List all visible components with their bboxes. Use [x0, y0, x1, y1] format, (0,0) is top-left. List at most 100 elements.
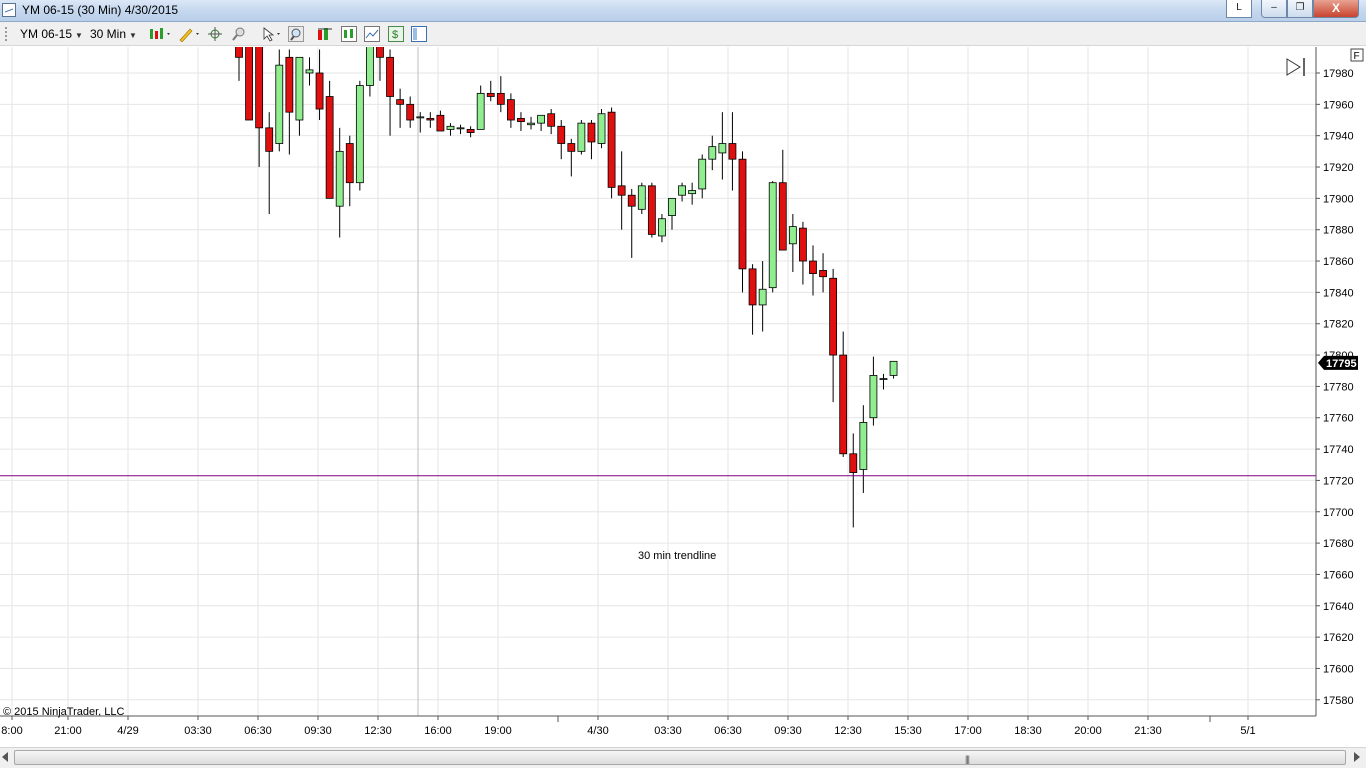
candle-body-up — [355, 85, 364, 184]
candle — [245, 47, 253, 121]
candle — [537, 114, 545, 131]
crosshair-icon[interactable] — [207, 26, 223, 42]
candle — [506, 93, 515, 128]
candle-body-down — [376, 47, 384, 58]
candle — [738, 151, 747, 293]
candle — [879, 373, 888, 390]
candle — [517, 112, 525, 131]
candle — [859, 405, 868, 493]
candle — [889, 360, 898, 379]
candle-body-down — [396, 99, 405, 105]
x-tick-label: 03:30 — [184, 725, 212, 737]
y-tick-label: 17960 — [1323, 99, 1354, 111]
y-tick-label: 17940 — [1323, 131, 1354, 143]
y-tick-label: 17620 — [1323, 632, 1354, 644]
candle-body-down — [517, 118, 525, 122]
x-tick-label: 06:30 — [714, 725, 742, 737]
candle-body-down — [819, 270, 827, 278]
f-marker[interactable]: F — [1350, 48, 1364, 62]
y-tick-label: 17880 — [1323, 225, 1354, 237]
zoom-out-icon[interactable] — [231, 26, 247, 42]
candle-body-down — [587, 122, 596, 143]
candle — [335, 127, 344, 238]
close-button[interactable]: X — [1313, 0, 1359, 18]
interval-selector[interactable]: 30 Min ▼ — [90, 26, 137, 42]
candle-body-down — [567, 143, 576, 152]
candle-body-up — [366, 47, 374, 86]
candle — [587, 120, 596, 160]
price-axis: 17980 17960 17940 17920 17900 17880 17860 17840… — [1315, 47, 1354, 716]
x-tick-label: 16:00 — [424, 725, 452, 737]
candle — [728, 112, 737, 191]
candle-body-down — [285, 56, 294, 113]
candle — [547, 109, 556, 135]
y-tick-label: 17780 — [1323, 381, 1354, 393]
candle-body-up — [678, 185, 686, 196]
candle — [829, 268, 838, 403]
candle — [839, 331, 848, 457]
candle-body-down — [325, 96, 334, 199]
pencil-draw-icon[interactable] — [178, 26, 199, 43]
candle — [597, 109, 606, 149]
data-box-icon[interactable] — [411, 26, 427, 42]
instrument-selector[interactable]: YM 06-15 ▼ — [20, 26, 83, 42]
window-title: YM 06-15 (30 Min) 4/30/2015 — [22, 3, 179, 17]
pointer-icon[interactable] — [261, 26, 280, 42]
y-tick-label: 17900 — [1323, 193, 1354, 205]
chart-properties-icon[interactable] — [364, 26, 380, 42]
candle-body-down — [265, 127, 274, 152]
y-tick-label: 17740 — [1323, 444, 1354, 456]
candle-body-down — [748, 268, 757, 306]
candle — [396, 88, 405, 128]
candle-body-down — [778, 182, 787, 251]
candle-body-up — [577, 122, 586, 152]
candle-body-down — [839, 354, 848, 455]
x-tick-label: 4/30 — [587, 725, 608, 737]
candle-body-up — [768, 182, 777, 289]
candle-body-up — [446, 125, 455, 130]
candle-body-down — [345, 143, 354, 184]
indicators-icon[interactable] — [317, 26, 333, 42]
scroll-right-arrow-icon[interactable] — [1354, 752, 1360, 762]
scroll-thumb[interactable]: ||| — [14, 750, 1346, 765]
candle — [799, 221, 807, 285]
chart-panel[interactable]: 30 min trendline © 2015 NinjaTrader, LLC… — [0, 47, 1366, 747]
x-tick-label: 21:30 — [1134, 725, 1162, 737]
candle-body-up — [698, 158, 707, 190]
svg-text:$: $ — [392, 29, 398, 41]
candle-body-up — [788, 226, 797, 245]
candle — [658, 214, 666, 243]
candle-body-down — [496, 92, 505, 105]
x-tick-label: 15:30 — [894, 725, 922, 737]
x-tick-label: 4/29 — [117, 725, 138, 737]
candle — [527, 116, 535, 130]
title-bar[interactable]: YM 06-15 (30 Min) 4/30/2015 L ‒ ❐ X — [0, 0, 1366, 22]
interval-label: 30 Min — [90, 27, 127, 41]
y-tick-label: 17680 — [1323, 538, 1354, 550]
y-tick-label: 17820 — [1323, 319, 1354, 331]
candle — [627, 188, 636, 258]
candle-body-up — [335, 150, 344, 207]
toolbar-gripper-icon[interactable] — [5, 27, 7, 41]
price-chart[interactable]: 30 min trendline © 2015 NinjaTrader, LLC… — [0, 47, 1366, 747]
horizontal-scrollbar[interactable]: ||| — [0, 747, 1366, 768]
zoom-in-icon[interactable] — [288, 26, 304, 42]
candle — [778, 149, 787, 251]
dollar-icon[interactable]: $ — [388, 26, 404, 42]
candle — [355, 80, 364, 191]
maximize-button[interactable]: ❐ — [1287, 0, 1313, 18]
candle — [758, 261, 767, 332]
candlestick-style-icon[interactable] — [149, 26, 170, 42]
candle-body-down — [607, 111, 616, 188]
link-button[interactable]: L — [1226, 0, 1252, 18]
grip-icon: ||| — [965, 754, 970, 764]
chart-grid — [0, 47, 1316, 716]
y-tick-label: 17580 — [1323, 695, 1354, 707]
scroll-left-arrow-icon[interactable] — [2, 752, 8, 762]
minimize-button[interactable]: ‒ — [1261, 0, 1287, 18]
candle-body-down — [627, 194, 636, 207]
candle — [577, 120, 586, 155]
candle-body-down — [436, 114, 445, 132]
y-tick-label: 17920 — [1323, 162, 1354, 174]
strategies-icon[interactable] — [341, 26, 357, 42]
